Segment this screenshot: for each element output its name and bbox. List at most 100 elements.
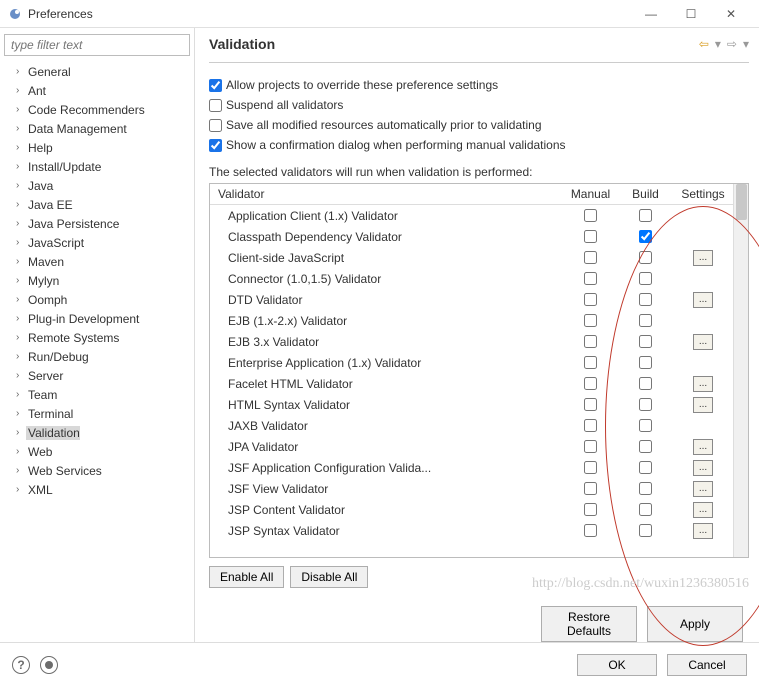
minimize-button[interactable]: — bbox=[631, 0, 671, 28]
table-row[interactable]: JSF View Validator... bbox=[210, 478, 733, 499]
apply-button[interactable]: Apply bbox=[647, 606, 743, 642]
sidebar-item-terminal[interactable]: ›Terminal bbox=[4, 404, 190, 423]
sidebar-item-xml[interactable]: ›XML bbox=[4, 480, 190, 499]
settings-button[interactable]: ... bbox=[693, 397, 713, 413]
build-checkbox[interactable] bbox=[639, 419, 652, 432]
ok-button[interactable]: OK bbox=[577, 654, 657, 676]
manual-checkbox[interactable] bbox=[584, 503, 597, 516]
sidebar-item-javascript[interactable]: ›JavaScript bbox=[4, 233, 190, 252]
scrollbar[interactable] bbox=[733, 184, 748, 557]
manual-checkbox[interactable] bbox=[584, 272, 597, 285]
option-override[interactable]: Allow projects to override these prefere… bbox=[209, 75, 749, 95]
option-confirm[interactable]: Show a confirmation dialog when performi… bbox=[209, 135, 749, 155]
settings-button[interactable]: ... bbox=[693, 502, 713, 518]
manual-checkbox[interactable] bbox=[584, 398, 597, 411]
settings-button[interactable]: ... bbox=[693, 376, 713, 392]
import-export-icon[interactable] bbox=[40, 656, 58, 674]
cancel-button[interactable]: Cancel bbox=[667, 654, 747, 676]
manual-checkbox[interactable] bbox=[584, 251, 597, 264]
manual-checkbox[interactable] bbox=[584, 230, 597, 243]
build-checkbox[interactable] bbox=[639, 503, 652, 516]
settings-button[interactable]: ... bbox=[693, 439, 713, 455]
settings-button[interactable]: ... bbox=[693, 523, 713, 539]
maximize-button[interactable]: ☐ bbox=[671, 0, 711, 28]
settings-button[interactable]: ... bbox=[693, 481, 713, 497]
table-row[interactable]: HTML Syntax Validator... bbox=[210, 394, 733, 415]
sidebar-item-validation[interactable]: ›Validation bbox=[4, 423, 190, 442]
manual-checkbox[interactable] bbox=[584, 482, 597, 495]
option-saveall[interactable]: Save all modified resources automaticall… bbox=[209, 115, 749, 135]
build-checkbox[interactable] bbox=[639, 524, 652, 537]
sidebar-item-general[interactable]: ›General bbox=[4, 62, 190, 81]
restore-defaults-button[interactable]: Restore Defaults bbox=[541, 606, 637, 642]
sidebar-item-java-persistence[interactable]: ›Java Persistence bbox=[4, 214, 190, 233]
build-checkbox[interactable] bbox=[639, 482, 652, 495]
sidebar-item-install-update[interactable]: ›Install/Update bbox=[4, 157, 190, 176]
build-checkbox[interactable] bbox=[639, 230, 652, 243]
manual-checkbox[interactable] bbox=[584, 314, 597, 327]
table-row[interactable]: JPA Validator... bbox=[210, 436, 733, 457]
build-checkbox[interactable] bbox=[639, 293, 652, 306]
manual-checkbox[interactable] bbox=[584, 377, 597, 390]
forward-icon[interactable]: ⇨ bbox=[727, 37, 737, 51]
table-row[interactable]: DTD Validator... bbox=[210, 289, 733, 310]
sidebar-item-oomph[interactable]: ›Oomph bbox=[4, 290, 190, 309]
sidebar-item-ant[interactable]: ›Ant bbox=[4, 81, 190, 100]
manual-checkbox[interactable] bbox=[584, 335, 597, 348]
manual-checkbox[interactable] bbox=[584, 440, 597, 453]
table-row[interactable]: Enterprise Application (1.x) Validator bbox=[210, 352, 733, 373]
table-row[interactable]: Application Client (1.x) Validator bbox=[210, 205, 733, 226]
sidebar-item-team[interactable]: ›Team bbox=[4, 385, 190, 404]
help-icon[interactable]: ? bbox=[12, 656, 30, 674]
table-row[interactable]: Classpath Dependency Validator bbox=[210, 226, 733, 247]
disable-all-button[interactable]: Disable All bbox=[290, 566, 368, 588]
sidebar-item-remote-systems[interactable]: ›Remote Systems bbox=[4, 328, 190, 347]
build-checkbox[interactable] bbox=[639, 440, 652, 453]
sidebar-item-maven[interactable]: ›Maven bbox=[4, 252, 190, 271]
option-suspend[interactable]: Suspend all validators bbox=[209, 95, 749, 115]
back-icon[interactable]: ⇦ bbox=[699, 37, 709, 51]
table-row[interactable]: JSP Content Validator... bbox=[210, 499, 733, 520]
sidebar-item-data-management[interactable]: ›Data Management bbox=[4, 119, 190, 138]
sidebar-item-run-debug[interactable]: ›Run/Debug bbox=[4, 347, 190, 366]
enable-all-button[interactable]: Enable All bbox=[209, 566, 284, 588]
build-checkbox[interactable] bbox=[639, 356, 652, 369]
table-row[interactable]: JAXB Validator bbox=[210, 415, 733, 436]
sidebar-item-web[interactable]: ›Web bbox=[4, 442, 190, 461]
build-checkbox[interactable] bbox=[639, 377, 652, 390]
manual-checkbox[interactable] bbox=[584, 524, 597, 537]
sidebar-item-help[interactable]: ›Help bbox=[4, 138, 190, 157]
build-checkbox[interactable] bbox=[639, 209, 652, 222]
build-checkbox[interactable] bbox=[639, 251, 652, 264]
build-checkbox[interactable] bbox=[639, 398, 652, 411]
settings-button[interactable]: ... bbox=[693, 460, 713, 476]
scrollbar-thumb[interactable] bbox=[736, 184, 747, 220]
filter-input[interactable] bbox=[4, 34, 190, 56]
sidebar-item-code-recommenders[interactable]: ›Code Recommenders bbox=[4, 100, 190, 119]
build-checkbox[interactable] bbox=[639, 272, 652, 285]
build-checkbox[interactable] bbox=[639, 461, 652, 474]
manual-checkbox[interactable] bbox=[584, 209, 597, 222]
manual-checkbox[interactable] bbox=[584, 461, 597, 474]
sidebar-item-plug-in-development[interactable]: ›Plug-in Development bbox=[4, 309, 190, 328]
sidebar-item-web-services[interactable]: ›Web Services bbox=[4, 461, 190, 480]
table-row[interactable]: Connector (1.0,1.5) Validator bbox=[210, 268, 733, 289]
table-row[interactable]: JSP Syntax Validator... bbox=[210, 520, 733, 541]
table-row[interactable]: Client-side JavaScript... bbox=[210, 247, 733, 268]
build-checkbox[interactable] bbox=[639, 314, 652, 327]
sidebar-item-java-ee[interactable]: ›Java EE bbox=[4, 195, 190, 214]
table-row[interactable]: EJB 3.x Validator... bbox=[210, 331, 733, 352]
manual-checkbox[interactable] bbox=[584, 356, 597, 369]
table-row[interactable]: JSF Application Configuration Valida....… bbox=[210, 457, 733, 478]
manual-checkbox[interactable] bbox=[584, 293, 597, 306]
sidebar-item-mylyn[interactable]: ›Mylyn bbox=[4, 271, 190, 290]
sidebar-item-server[interactable]: ›Server bbox=[4, 366, 190, 385]
table-row[interactable]: Facelet HTML Validator... bbox=[210, 373, 733, 394]
settings-button[interactable]: ... bbox=[693, 292, 713, 308]
close-button[interactable]: ✕ bbox=[711, 0, 751, 28]
table-row[interactable]: EJB (1.x-2.x) Validator bbox=[210, 310, 733, 331]
build-checkbox[interactable] bbox=[639, 335, 652, 348]
sidebar-item-java[interactable]: ›Java bbox=[4, 176, 190, 195]
manual-checkbox[interactable] bbox=[584, 419, 597, 432]
settings-button[interactable]: ... bbox=[693, 250, 713, 266]
